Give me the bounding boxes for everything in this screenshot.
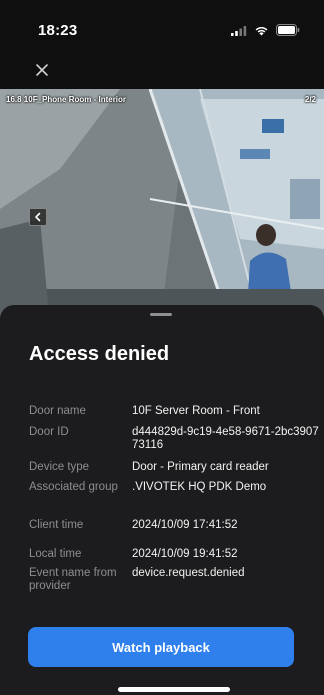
detail-label: Door ID [29, 426, 69, 438]
detail-label: Door name [29, 405, 86, 417]
camera-frame-image [0, 89, 324, 325]
status-time: 18:23 [38, 22, 78, 39]
detail-label: Associated group [29, 481, 118, 493]
detail-label: Client time [29, 519, 84, 531]
watch-playback-button[interactable]: Watch playback [28, 627, 294, 667]
detail-value: device.request.denied [132, 567, 245, 579]
signal-icon [231, 25, 247, 36]
detail-value: 2024/10/09 19:41:52 [132, 548, 238, 560]
page-counter: 2/2 [304, 95, 316, 104]
camera-label: 16.8 10F_Phone Room - Interior [6, 95, 127, 104]
close-button[interactable] [28, 56, 56, 84]
detail-value: d444829d-9c19-4e58-9671-2bc390773116 [132, 426, 319, 451]
home-indicator[interactable] [118, 687, 230, 692]
event-title: Access denied [29, 343, 170, 365]
status-icons [231, 24, 300, 36]
detail-row-event-name: Event name from provider device.request.… [29, 567, 319, 599]
battery-icon [276, 24, 300, 36]
detail-row-local-time: Local time 2024/10/09 19:41:52 [29, 548, 319, 567]
chevron-left-icon [35, 212, 41, 222]
detail-label: Device type [29, 461, 90, 473]
detail-label: Event name from provider [29, 567, 117, 592]
detail-row-client-time: Client time 2024/10/09 17:41:52 [29, 519, 319, 548]
detail-value: 10F Server Room - Front [132, 405, 260, 417]
previous-camera-button[interactable] [29, 208, 47, 226]
event-details-list: Door name 10F Server Room - Front Door I… [29, 405, 319, 599]
sheet-grabber[interactable] [150, 313, 172, 316]
detail-row-associated-group: Associated group .VIVOTEK HQ PDK Demo [29, 481, 319, 519]
status-bar: 18:23 [0, 0, 324, 56]
camera-video[interactable]: 16.8 10F_Phone Room - Interior 2/2 [0, 89, 324, 325]
event-details-sheet: Access denied Door name 10F Server Room … [0, 305, 324, 695]
wifi-icon [255, 26, 268, 35]
detail-row-door-id: Door ID d444829d-9c19-4e58-9671-2bc39077… [29, 426, 319, 461]
detail-row-device-type: Device type Door - Primary card reader [29, 461, 319, 481]
detail-value: Door - Primary card reader [132, 461, 269, 473]
close-icon [36, 64, 48, 76]
detail-row-door-name: Door name 10F Server Room - Front [29, 405, 319, 426]
detail-value: .VIVOTEK HQ PDK Demo [132, 481, 267, 493]
detail-value: 2024/10/09 17:41:52 [132, 519, 238, 531]
detail-label: Local time [29, 548, 82, 560]
